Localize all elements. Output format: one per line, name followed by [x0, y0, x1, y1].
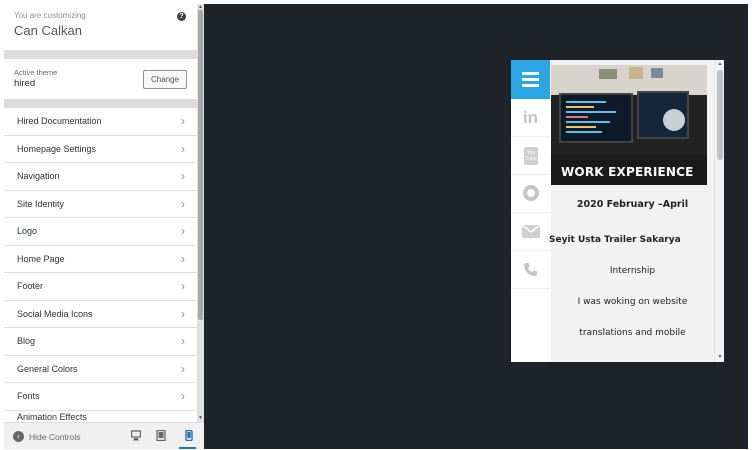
- section-blog[interactable]: Blog ›: [4, 328, 197, 356]
- section-animation-effects[interactable]: Animation Effects: [4, 410, 197, 422]
- preview-scrollbar[interactable]: ▲ ▼: [714, 60, 724, 362]
- scrollbar-thumb[interactable]: [198, 10, 203, 320]
- desktop-preview-icon[interactable]: [131, 430, 141, 441]
- section-label: Animation Effects: [17, 411, 87, 422]
- sidebar-content: You are customizing Can Calkan ? Active …: [4, 4, 197, 422]
- mobile-preview-icon[interactable]: [184, 430, 194, 441]
- experience-description-line: I was woking on website: [577, 297, 688, 307]
- hero-title: WORK EXPERIENCE: [561, 165, 694, 179]
- youtube-icon[interactable]: You Tube: [511, 137, 550, 175]
- customizing-label: You are customizing: [14, 11, 86, 20]
- phone-icon[interactable]: [511, 251, 550, 289]
- divider: [4, 50, 197, 59]
- chevron-right-icon: ›: [181, 141, 185, 156]
- section-label: Hired Documentation: [17, 116, 102, 126]
- chevron-right-icon: ›: [181, 389, 185, 403]
- chevron-right-icon: ›: [181, 196, 185, 211]
- hide-controls-button[interactable]: ‹ Hide Controls: [13, 429, 81, 444]
- section-label: Footer: [17, 281, 44, 291]
- experience-role: Internship: [609, 266, 656, 276]
- social-icons-bar: in You Tube: [511, 99, 550, 362]
- sidebar-scrollbar[interactable]: ▲ ▼: [197, 4, 204, 422]
- chevron-right-icon: ›: [181, 361, 185, 376]
- section-hired-documentation[interactable]: Hired Documentation ›: [4, 108, 197, 136]
- hide-controls-label: Hide Controls: [29, 431, 81, 442]
- divider: [4, 99, 197, 108]
- chevron-right-icon: ›: [181, 224, 185, 238]
- section-label: Fonts: [17, 391, 40, 401]
- section-site-identity[interactable]: Site Identity ›: [4, 190, 197, 218]
- linkedin-icon[interactable]: in: [511, 99, 550, 137]
- social-empty-cell: [511, 289, 550, 327]
- customizer-window: You are customizing Can Calkan ? Active …: [4, 4, 748, 449]
- tablet-preview-icon[interactable]: [156, 430, 166, 441]
- section-label: Site Identity: [17, 198, 65, 209]
- chevron-right-icon: ›: [181, 251, 185, 266]
- section-label: General Colors: [17, 363, 78, 374]
- section-label: Navigation: [17, 171, 60, 181]
- preview-content: WORK EXPERIENCE 2020 February –April Sey…: [549, 60, 714, 362]
- site-title: Can Calkan: [14, 23, 82, 38]
- section-general-colors[interactable]: General Colors ›: [4, 355, 197, 383]
- section-label: Homepage Settings: [17, 143, 97, 154]
- scroll-down-arrow-icon[interactable]: ▼: [197, 416, 204, 421]
- section-label: Home Page: [17, 253, 65, 264]
- active-theme-panel: Active theme hired Change: [4, 59, 197, 99]
- customizer-footer: ‹ Hide Controls: [4, 422, 204, 449]
- scroll-down-arrow-icon[interactable]: ▼: [715, 354, 724, 360]
- chevron-right-icon: ›: [181, 306, 185, 321]
- active-device-indicator: [179, 447, 196, 449]
- chevron-right-icon: ›: [181, 114, 185, 128]
- chevron-right-icon: ›: [181, 169, 185, 183]
- experience-description-line: translations and mobile: [579, 328, 686, 338]
- experience-date: 2020 February –April: [576, 199, 689, 210]
- experience-company: Seyit Usta Trailer Sakarya: [549, 235, 681, 245]
- customizer-header: You are customizing Can Calkan ?: [4, 4, 197, 50]
- mail-icon[interactable]: [511, 213, 550, 251]
- change-theme-button[interactable]: Change: [143, 70, 187, 89]
- scrollbar-thumb[interactable]: [717, 70, 723, 160]
- scroll-up-arrow-icon[interactable]: ▲: [715, 61, 724, 67]
- section-social-media-icons[interactable]: Social Media Icons ›: [4, 300, 197, 328]
- section-label: Logo: [17, 226, 38, 236]
- section-label: Social Media Icons: [17, 308, 93, 319]
- collapse-icon: ‹: [13, 431, 24, 443]
- work-experience-hero-image: WORK EXPERIENCE: [551, 65, 707, 185]
- section-navigation[interactable]: Navigation ›: [4, 163, 197, 191]
- site-preview-mobile: in You Tube WORK EXPERIENCE 2020 Februar…: [511, 60, 724, 362]
- customizer-sidebar: You are customizing Can Calkan ? Active …: [4, 4, 204, 449]
- section-homepage-settings[interactable]: Homepage Settings ›: [4, 135, 197, 163]
- section-label: Blog: [17, 336, 36, 346]
- section-logo[interactable]: Logo ›: [4, 218, 197, 246]
- menu-button[interactable]: [511, 60, 550, 99]
- section-footer[interactable]: Footer ›: [4, 273, 197, 301]
- help-icon[interactable]: ?: [177, 12, 186, 21]
- chevron-right-icon: ›: [181, 279, 185, 293]
- section-home-page[interactable]: Home Page ›: [4, 245, 197, 273]
- section-fonts[interactable]: Fonts ›: [4, 383, 197, 411]
- chevron-right-icon: ›: [181, 334, 185, 348]
- github-icon[interactable]: [511, 175, 550, 213]
